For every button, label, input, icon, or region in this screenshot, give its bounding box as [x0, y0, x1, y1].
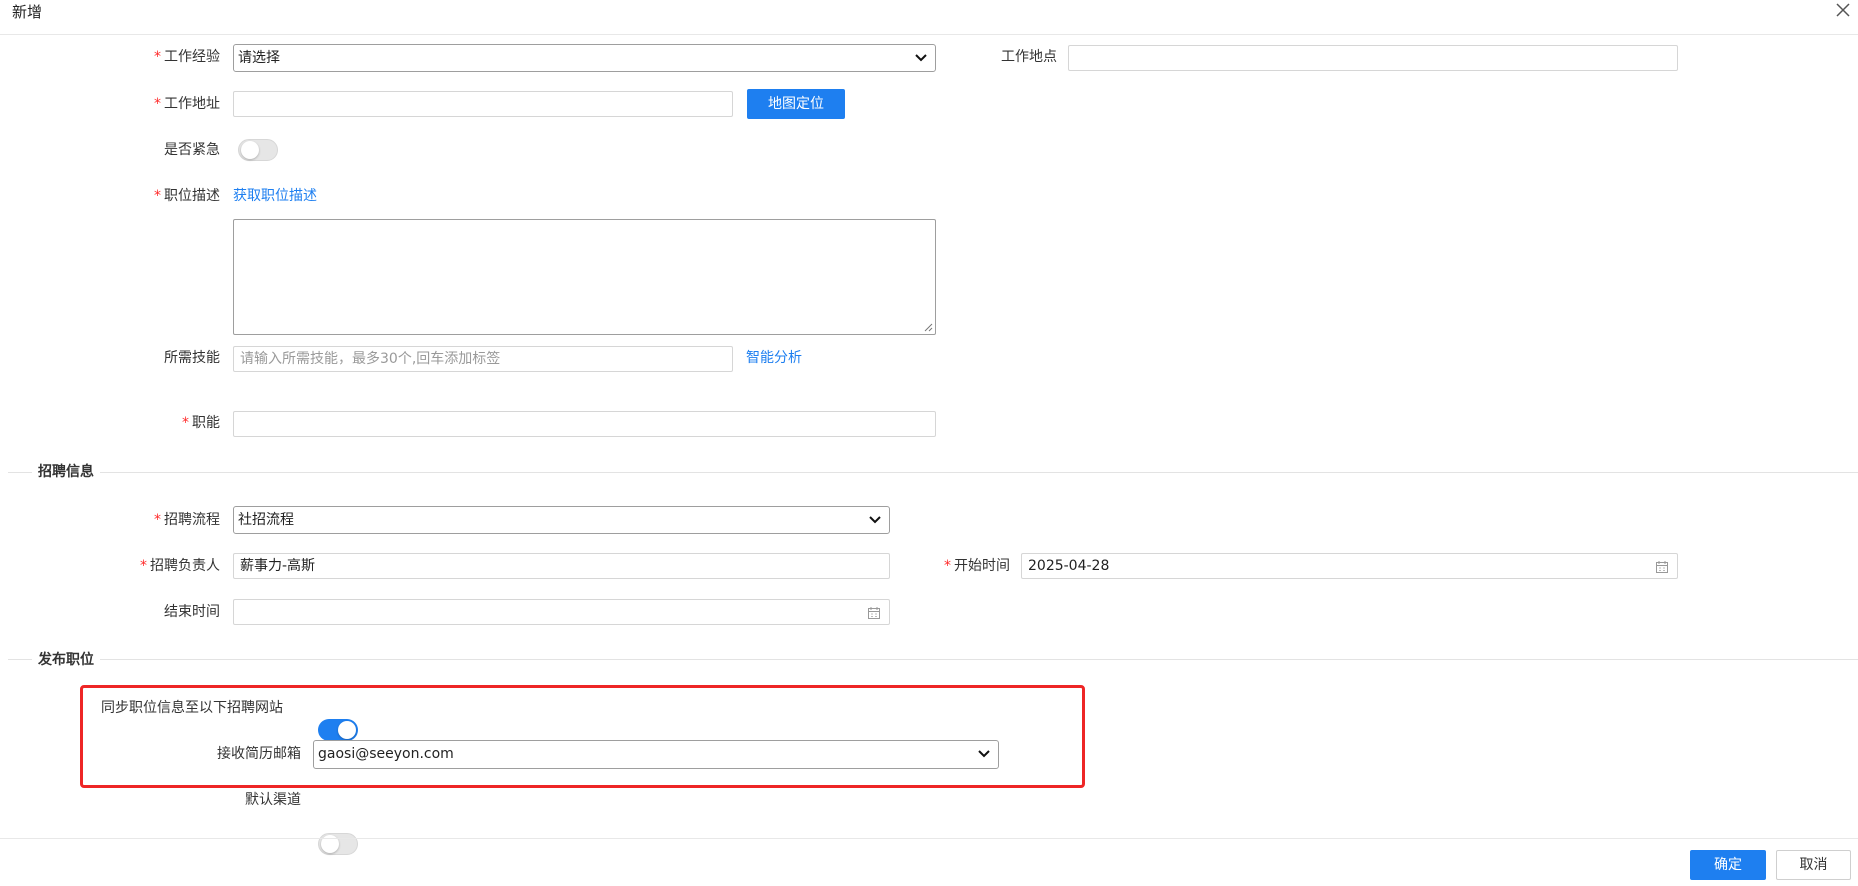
is-urgent-label: 是否紧急	[164, 142, 220, 158]
end-time-label: 结束时间	[164, 604, 220, 620]
publish-section-title: 发布职位	[32, 650, 100, 670]
recruit-process-label: * 招聘流程	[154, 512, 220, 528]
recruit-section-divider	[8, 472, 1858, 473]
chevron-down-icon	[915, 54, 927, 62]
recruit-owner-label: * 招聘负责人	[140, 558, 220, 574]
work-location-input[interactable]	[1068, 45, 1678, 71]
footer-divider	[0, 838, 1858, 839]
work-address-input[interactable]	[233, 91, 733, 117]
calendar-icon[interactable]	[1655, 560, 1669, 574]
chevron-down-icon	[869, 516, 881, 524]
recruit-owner-input[interactable]: 薪事力-高斯	[233, 553, 890, 579]
publish-section-divider	[8, 659, 1858, 660]
confirm-button[interactable]: 确定	[1690, 850, 1766, 880]
resume-email-select[interactable]: gaosi@seeyon.com	[313, 740, 999, 769]
sync-label: 同步职位信息至以下招聘网站	[101, 700, 283, 716]
work-address-label: * 工作地址	[154, 96, 220, 112]
job-description-label: * 职位描述	[154, 188, 220, 204]
is-urgent-switch[interactable]	[238, 139, 278, 161]
required-skills-label: 所需技能	[164, 350, 220, 366]
map-locate-button[interactable]: 地图定位	[747, 89, 845, 119]
calendar-icon[interactable]	[867, 606, 881, 620]
cancel-button[interactable]: 取消	[1776, 850, 1851, 880]
get-job-description-link[interactable]: 获取职位描述	[233, 186, 317, 206]
work-experience-select[interactable]: 请选择	[233, 44, 936, 72]
work-location-label: 工作地点	[1001, 49, 1057, 65]
resize-grip-icon[interactable]	[923, 322, 933, 332]
header-divider	[0, 34, 1858, 35]
end-time-input[interactable]	[233, 599, 890, 625]
resume-email-label: 接收简历邮箱	[217, 746, 301, 762]
job-function-input[interactable]	[233, 411, 936, 437]
default-channel-label: 默认渠道	[245, 792, 301, 808]
close-icon[interactable]	[1833, 0, 1853, 20]
chevron-down-icon	[978, 750, 990, 758]
dialog-title: 新增	[12, 3, 43, 21]
start-time-label: * 开始时间	[944, 558, 1010, 574]
sync-switch[interactable]	[318, 719, 358, 741]
recruit-section-title: 招聘信息	[32, 462, 100, 482]
job-description-textarea[interactable]	[233, 219, 936, 335]
default-channel-switch[interactable]	[318, 833, 358, 855]
smart-analysis-link[interactable]: 智能分析	[746, 348, 802, 368]
required-skills-input[interactable]: 请输入所需技能，最多30个,回车添加标签	[233, 346, 733, 372]
recruit-process-select[interactable]: 社招流程	[233, 506, 890, 534]
work-experience-label: * 工作经验	[154, 49, 220, 65]
job-function-label: * 职能	[182, 415, 220, 431]
start-time-input[interactable]: 2025-04-28	[1021, 553, 1678, 579]
